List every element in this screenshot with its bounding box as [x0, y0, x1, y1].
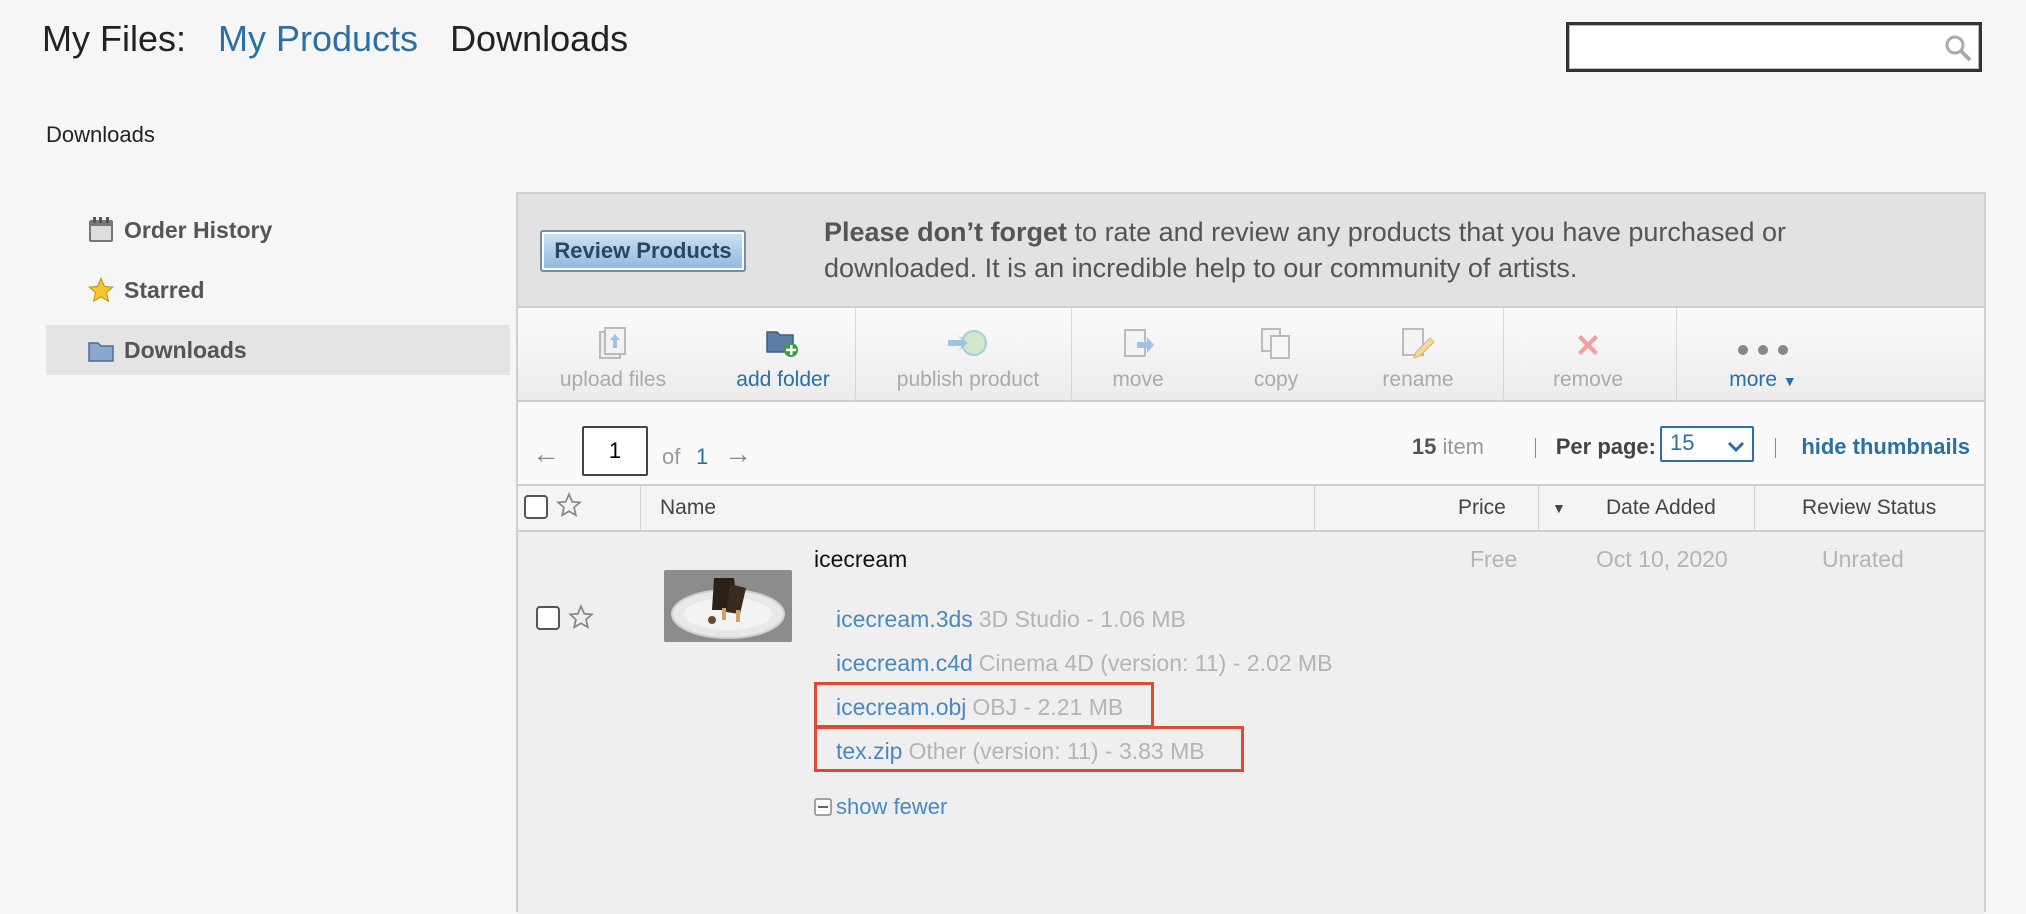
- file-item: icecream.c4d Cinema 4D (version: 11) - 2.…: [836, 650, 1332, 677]
- my-products-link[interactable]: My Products: [218, 18, 418, 60]
- row-checkbox[interactable]: [536, 606, 560, 635]
- per-page-select[interactable]: 15: [1660, 426, 1754, 462]
- chevron-down-icon: [1726, 434, 1746, 464]
- add-folder-icon: [708, 318, 858, 360]
- sidebar-item-label: Downloads: [124, 336, 247, 363]
- sidebar-item-downloads[interactable]: Downloads: [46, 325, 510, 375]
- remove-button[interactable]: remove: [1518, 308, 1658, 402]
- my-files-label: My Files:: [42, 18, 186, 59]
- column-divider: [1314, 486, 1315, 530]
- next-page-arrow[interactable]: →: [724, 438, 752, 470]
- product-thumbnail[interactable]: [664, 570, 792, 642]
- select-all-checkbox[interactable]: [524, 495, 548, 521]
- move-button[interactable]: move: [1088, 308, 1188, 402]
- table-row: icecream Free Oct 10, 2020 Unrated icecr…: [518, 532, 1984, 914]
- column-divider: [1538, 486, 1539, 530]
- sidebar-item-starred[interactable]: Starred: [46, 265, 510, 315]
- divider: [1775, 438, 1776, 458]
- copy-label: copy: [1253, 368, 1299, 391]
- move-label: move: [1112, 368, 1164, 391]
- sort-desc-icon: ▼: [1552, 500, 1566, 516]
- downloads-title: Downloads: [450, 18, 629, 59]
- add-folder-button[interactable]: add folder: [708, 308, 858, 402]
- of-label: of: [662, 444, 681, 469]
- per-page-label: Per page:: [1555, 434, 1656, 459]
- show-fewer-link[interactable]: show fewer: [814, 794, 947, 820]
- notice-bold: Please don’t forget: [824, 217, 1068, 247]
- search-input[interactable]: [1575, 26, 1935, 68]
- more-dots-icon: [1698, 318, 1828, 360]
- highlight-box: [814, 726, 1244, 772]
- review-notice: Review Products Please don’t forget to r…: [518, 194, 1984, 308]
- file-meta: Cinema 4D (version: 11) - 2.02 MB: [978, 650, 1333, 676]
- toolbar-divider: [1503, 308, 1504, 402]
- file-meta: 3D Studio - 1.06 MB: [978, 606, 1186, 632]
- page-header: My Files: My Products Downloads: [42, 18, 628, 60]
- file-panel: Review Products Please don’t forget to r…: [516, 192, 1986, 914]
- column-name[interactable]: Name: [660, 486, 716, 530]
- toolbar-divider: [1676, 308, 1677, 402]
- upload-files-label: upload files: [559, 368, 667, 391]
- breadcrumb: Downloads: [46, 122, 155, 147]
- folder-icon: [86, 335, 116, 365]
- add-folder-label: add folder: [736, 368, 830, 391]
- product-price: Free: [1470, 546, 1518, 572]
- sidebar-item-label: Starred: [124, 276, 205, 303]
- hide-thumbnails-link[interactable]: hide thumbnails: [1801, 434, 1970, 460]
- pager: ← of 1 → 15 item Per page: 15 hide thumb…: [518, 402, 1984, 486]
- copy-icon: [1226, 318, 1326, 360]
- sidebar-item-order-history[interactable]: Order History: [46, 205, 510, 255]
- highlight-box: [814, 682, 1154, 728]
- move-icon: [1088, 318, 1188, 360]
- table-header: Name Price ▼ Date Added Review Status: [518, 486, 1984, 532]
- rename-icon: [1363, 318, 1473, 360]
- product-title[interactable]: icecream: [814, 546, 907, 573]
- publish-product-label: publish product: [896, 368, 1040, 391]
- upload-files-button[interactable]: upload files: [538, 308, 688, 402]
- star-icon[interactable]: [568, 603, 594, 635]
- column-divider: [640, 486, 641, 530]
- sidebar-item-label: Order History: [124, 216, 273, 243]
- star-all-icon[interactable]: [556, 491, 582, 522]
- copy-button[interactable]: copy: [1226, 308, 1326, 402]
- product-review-status: Unrated: [1822, 546, 1904, 572]
- rename-label: rename: [1382, 368, 1454, 391]
- star-icon: [86, 275, 116, 305]
- column-divider: [1754, 486, 1755, 530]
- item-count: 15 item: [1411, 434, 1484, 459]
- upload-icon: [538, 318, 688, 360]
- column-review-status[interactable]: Review Status: [1802, 486, 1936, 530]
- publish-product-button[interactable]: publish product: [868, 308, 1068, 402]
- product-date: Oct 10, 2020: [1596, 546, 1728, 572]
- publish-icon: [868, 318, 1068, 360]
- total-pages[interactable]: 1: [696, 444, 708, 470]
- toolbar-divider: [1071, 308, 1072, 402]
- divider: [1535, 438, 1536, 458]
- column-price[interactable]: Price: [1458, 486, 1506, 530]
- file-link[interactable]: icecream.c4d: [836, 650, 973, 676]
- calendar-icon: [86, 215, 116, 245]
- chevron-down-icon: ▼: [1782, 373, 1797, 389]
- file-link[interactable]: icecream.3ds: [836, 606, 973, 632]
- file-item: icecream.3ds 3D Studio - 1.06 MB: [836, 606, 1186, 633]
- prev-page-arrow[interactable]: ←: [532, 438, 560, 470]
- sidebar: Order History Starred Downloads: [46, 205, 510, 385]
- review-products-button[interactable]: Review Products: [540, 230, 746, 272]
- notice-text: Please don’t forget to rate and review a…: [824, 214, 1824, 286]
- remove-icon: [1518, 318, 1658, 360]
- collapse-icon: [814, 798, 832, 816]
- toolbar: upload files add folder publish product …: [518, 308, 1984, 402]
- search-box: [1566, 22, 1982, 72]
- search-icon[interactable]: [1943, 33, 1973, 68]
- rename-button[interactable]: rename: [1363, 308, 1473, 402]
- page-number-input[interactable]: [582, 426, 648, 476]
- more-button[interactable]: more ▼: [1698, 308, 1828, 402]
- toolbar-divider: [855, 308, 856, 402]
- more-label: more ▼: [1729, 368, 1797, 391]
- remove-label: remove: [1552, 368, 1624, 391]
- column-date-added[interactable]: Date Added: [1606, 486, 1716, 530]
